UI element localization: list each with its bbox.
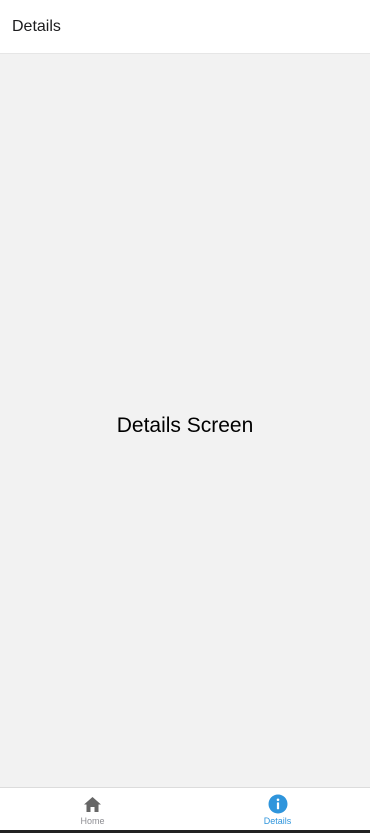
info-icon xyxy=(268,794,288,814)
tab-details[interactable]: Details xyxy=(185,788,370,830)
bottom-tab-bar: Home Details xyxy=(0,787,370,830)
header-bar: Details xyxy=(0,0,370,54)
home-icon xyxy=(83,794,103,814)
screen-label: Details Screen xyxy=(116,413,254,437)
tab-home-label: Home xyxy=(80,816,105,826)
page-title: Details xyxy=(12,17,61,35)
tab-details-label: Details xyxy=(263,816,292,826)
main-content: Details Screen xyxy=(0,54,370,787)
app-root: Details Details Screen Home Details xyxy=(0,0,370,833)
tab-home[interactable]: Home xyxy=(0,788,185,830)
